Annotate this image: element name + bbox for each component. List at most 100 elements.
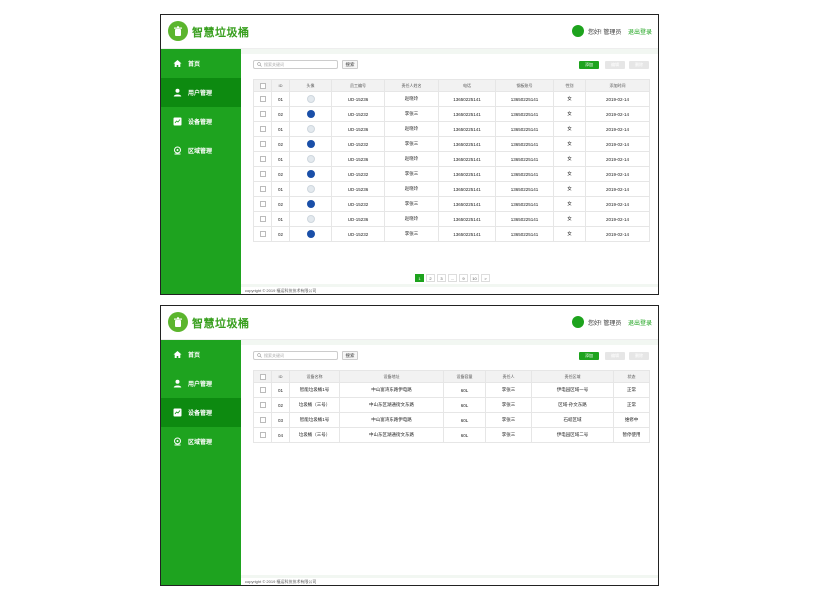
row-checkbox-cell [253, 397, 272, 413]
table-row[interactable]: 01 智能垃圾桶1号 中山富湾东路伊电路 60L 李张三 伊电园区域一号 正常 [253, 382, 650, 398]
id-cell: 01 [271, 181, 290, 197]
nav-item-devices[interactable]: 设备管理 [161, 107, 241, 136]
table-row[interactable]: 04 垃圾桶（三号） 中山东区湖通街文东路 60L 李张三 伊电园区域二号 暂停使用 [253, 427, 650, 443]
table-row[interactable]: 01 UD-15236 赵晓玲 13650225141 13650225141 女 2019… [253, 151, 650, 167]
logout-link[interactable]: 退出登录 [628, 27, 652, 36]
search-button[interactable]: 搜索 [342, 351, 358, 360]
page-button[interactable]: 9 [459, 274, 468, 282]
delete-button[interactable]: 删除 [629, 61, 649, 69]
pagination: 1 2 3... 9 10 > [415, 274, 490, 282]
user-avatar-icon[interactable] [572, 316, 584, 328]
row-checkbox[interactable] [259, 96, 266, 102]
gender-cell: 女 [553, 181, 586, 197]
greeting-text: 您好! 管理员 [588, 30, 622, 36]
row-checkbox[interactable] [259, 111, 266, 117]
table-row[interactable]: 01 UD-15236 赵晓玲 13650225141 13650225141 女 2019… [253, 211, 650, 227]
table-row[interactable]: 01 UD-15236 赵晓玲 13650225141 13650225141 女 2019… [253, 91, 650, 107]
page-button[interactable]: > [481, 274, 490, 282]
page-button[interactable]: 3 [437, 274, 446, 282]
page-button[interactable]: 1 [415, 274, 424, 282]
date-cell: 2019-02-14 [585, 181, 650, 197]
row-checkbox[interactable] [259, 186, 266, 192]
row-checkbox-cell [253, 211, 272, 227]
select-all-checkbox[interactable] [259, 82, 266, 89]
trash-bin-logo-icon [168, 312, 188, 332]
phone-cell: 13650225141 [438, 166, 496, 182]
edit-button[interactable]: 编辑 [605, 352, 625, 360]
page-button[interactable]: ... [448, 274, 457, 282]
row-checkbox-cell [253, 226, 272, 242]
id-cell: 04 [271, 427, 290, 443]
row-checkbox[interactable] [259, 231, 266, 237]
table-row[interactable]: 02 UD-15232 李张三 13650225141 13650225141 女 2019… [253, 106, 650, 122]
acct-cell: 13650225141 [495, 211, 554, 227]
nav-item-regions[interactable]: 区域管理 [161, 136, 241, 165]
page-button[interactable]: 10 [470, 274, 479, 282]
row-checkbox[interactable] [259, 171, 266, 177]
copyright-text: copyright © 2019 福运科技技术有限公司 [245, 287, 317, 293]
nav-item-home[interactable]: 首页 [161, 340, 241, 369]
row-checkbox[interactable] [259, 417, 266, 423]
gender-cell: 女 [553, 211, 586, 227]
device-icon [173, 117, 182, 126]
nav-label: 设备管理 [188, 411, 213, 417]
search-input[interactable]: 搜索关键词 [253, 60, 338, 69]
id-cell: 01 [271, 211, 290, 227]
gender-cell: 女 [553, 151, 586, 167]
search-input[interactable]: 搜索关键词 [253, 351, 338, 360]
id-cell: 01 [271, 151, 290, 167]
row-checkbox[interactable] [259, 201, 266, 207]
name-cell: 李张三 [384, 226, 439, 242]
gender-cell: 女 [553, 226, 586, 242]
row-checkbox[interactable] [259, 156, 266, 162]
logout-link[interactable]: 退出登录 [628, 318, 652, 327]
avatar [306, 215, 315, 223]
date-cell: 2019-02-14 [585, 91, 650, 107]
emp-cell: UD-15232 [331, 226, 385, 242]
table-row[interactable]: 01 UD-15236 赵晓玲 13650225141 13650225141 女 2019… [253, 181, 650, 197]
nav-item-home[interactable]: 首页 [161, 49, 241, 78]
nav-item-users[interactable]: 用户管理 [161, 78, 241, 107]
date-cell: 2019-02-14 [585, 226, 650, 242]
main-content: 搜索关键词 搜索 添加 编辑 删除 ID 设备名称 设备地址 设备容量 责任人 责任区域状… [241, 340, 658, 585]
table-row[interactable]: 02 UD-15232 李张三 13650225141 13650225141 女 2019… [253, 166, 650, 182]
acct-cell: 13650225141 [495, 181, 554, 197]
row-checkbox[interactable] [259, 432, 266, 438]
column-header: 状态 [613, 370, 650, 383]
edit-button[interactable]: 编辑 [605, 61, 625, 69]
row-checkbox[interactable] [259, 402, 266, 408]
add-button[interactable]: 添加 [579, 352, 599, 360]
search-button[interactable]: 搜索 [342, 60, 358, 69]
device-management-screen: 智慧垃圾桶 您好! 管理员 退出登录 首页 用户管理 设备管理 区域管理 搜索关… [160, 305, 659, 586]
acct-cell: 13650225141 [495, 226, 554, 242]
name-cell: 智能垃圾桶1号 [289, 382, 340, 398]
table-row[interactable]: 03 智能垃圾桶1号 中山富湾东路伊电路 60L 李张三 石岐区域 维修中 [253, 412, 650, 428]
table-row[interactable]: 02 UD-15232 李张三 13650225141 13650225141 女 2019… [253, 136, 650, 152]
table-row[interactable]: 01 UD-15236 赵晓玲 13650225141 13650225141 女 2019… [253, 121, 650, 137]
acct-cell: 13650225141 [495, 91, 554, 107]
table-row[interactable]: 02 垃圾桶（三号） 中山东区湖通街文东路 60L 李张三 区域-孙文东路 正常 [253, 397, 650, 413]
row-checkbox[interactable] [259, 216, 266, 222]
select-all-checkbox[interactable] [259, 373, 266, 380]
nav-item-users[interactable]: 用户管理 [161, 369, 241, 398]
row-checkbox[interactable] [259, 141, 266, 147]
row-checkbox[interactable] [259, 387, 266, 393]
row-checkbox-cell [253, 196, 272, 212]
name-cell: 赵晓玲 [384, 211, 439, 227]
date-cell: 2019-02-14 [585, 121, 650, 137]
nav-item-devices[interactable]: 设备管理 [161, 398, 241, 427]
date-cell: 2019-02-14 [585, 151, 650, 167]
status-badge: 正常 [613, 397, 650, 413]
owner-cell: 李张三 [485, 382, 532, 398]
nav-item-regions[interactable]: 区域管理 [161, 427, 241, 456]
copyright-text: copyright © 2019 福运科技技术有限公司 [245, 578, 317, 584]
emp-cell: UD-15232 [331, 196, 385, 212]
row-checkbox[interactable] [259, 126, 266, 132]
delete-button[interactable]: 删除 [629, 352, 649, 360]
user-avatar-icon[interactable] [572, 25, 584, 37]
table-row[interactable]: 02 UD-15232 李张三 13650225141 13650225141 女 2019… [253, 196, 650, 212]
add-button[interactable]: 添加 [579, 61, 599, 69]
table-row[interactable]: 02 UD-15232 李张三 13650225141 13650225141 女 2019… [253, 226, 650, 242]
name-cell: 赵晓玲 [384, 121, 439, 137]
page-button[interactable]: 2 [426, 274, 435, 282]
